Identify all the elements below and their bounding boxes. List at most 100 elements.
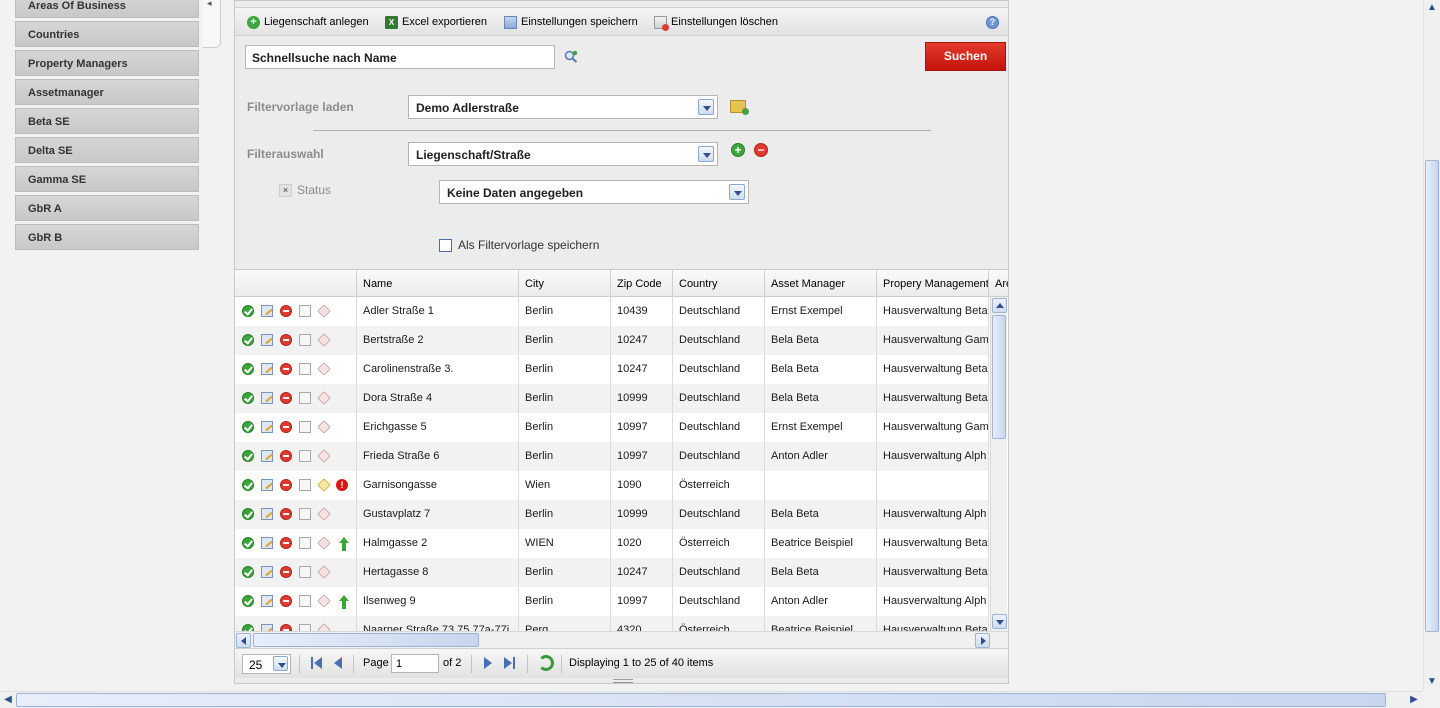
edit-icon[interactable] (261, 450, 273, 462)
edit-icon[interactable] (261, 624, 273, 631)
window-vertical-scrollbar[interactable]: ▲ ▼ (1423, 0, 1440, 690)
edit-icon[interactable] (261, 537, 273, 549)
activate-icon[interactable] (242, 537, 254, 549)
delete-icon[interactable] (280, 508, 292, 520)
copy-icon[interactable] (299, 566, 311, 578)
search-icon[interactable] (564, 50, 578, 63)
activate-icon[interactable] (242, 334, 254, 346)
activate-icon[interactable] (242, 305, 254, 317)
grid-horizontal-scrollbar[interactable] (235, 631, 1008, 648)
edit-icon[interactable] (261, 392, 273, 404)
activate-icon[interactable] (242, 421, 254, 433)
copy-icon[interactable] (299, 421, 311, 433)
excel-export-button[interactable]: X Excel exportieren (385, 14, 487, 30)
close-icon[interactable]: × (279, 184, 292, 197)
edit-icon[interactable] (261, 305, 273, 317)
page-size-select[interactable]: 25 (242, 654, 291, 674)
chevron-down-icon[interactable] (729, 184, 745, 200)
sidebar-item-countries[interactable]: Countries (15, 21, 199, 47)
delete-icon[interactable] (280, 305, 292, 317)
delete-settings-button[interactable]: Einstellungen löschen (654, 14, 778, 31)
table-row[interactable]: Ilsenweg 9 Berlin 10997 Deutschland Anton Ad… (235, 587, 989, 616)
edit-icon[interactable] (261, 363, 273, 375)
delete-icon[interactable] (280, 334, 292, 346)
window-scroll-down-icon[interactable]: ▼ (1426, 676, 1438, 688)
table-row[interactable]: Hertagasse 8 Berlin 10247 Deutschland Bela B… (235, 558, 989, 587)
activate-icon[interactable] (242, 479, 254, 491)
table-row[interactable]: Adler Straße 1 Berlin 10439 Deutschland Erns… (235, 297, 989, 326)
table-row[interactable]: Carolinenstraße 3. Berlin 10247 Deutschland… (235, 355, 989, 384)
chevron-down-icon[interactable] (698, 146, 714, 162)
delete-icon[interactable] (280, 595, 292, 607)
next-page-icon[interactable] (483, 657, 495, 669)
activate-icon[interactable] (242, 566, 254, 578)
add-filter-icon[interactable]: + (731, 143, 745, 157)
activate-icon[interactable] (242, 624, 254, 631)
table-row[interactable]: ! Garnisongasse Wien 1090 Österreich (235, 471, 989, 500)
tag-icon[interactable] (317, 478, 331, 492)
table-row[interactable]: Frieda Straße 6 Berlin 10997 Deutschland Ant… (235, 442, 989, 471)
copy-icon[interactable] (299, 508, 311, 520)
column-header-management[interactable]: Propery Management (877, 270, 989, 296)
column-header-zip[interactable]: Zip Code (611, 270, 673, 296)
table-row[interactable]: Dora Straße 4 Berlin 10999 Deutschland Bela … (235, 384, 989, 413)
copy-icon[interactable] (299, 392, 311, 404)
delete-icon[interactable] (280, 363, 292, 375)
first-page-icon[interactable] (311, 657, 323, 669)
scroll-right-icon[interactable] (975, 633, 990, 648)
page-number-input[interactable]: 1 (391, 654, 439, 673)
remove-filter-icon[interactable]: − (754, 143, 768, 157)
sidebar-item-property-managers[interactable]: Property Managers (15, 50, 199, 76)
sidebar-item-delta-se[interactable]: Delta SE (15, 137, 199, 163)
sidebar-item-gamma-se[interactable]: Gamma SE (15, 166, 199, 192)
activate-icon[interactable] (242, 450, 254, 462)
tag-icon[interactable] (317, 333, 331, 347)
grid-hscroll-thumb[interactable] (253, 633, 479, 647)
arrow-up-icon[interactable] (339, 595, 349, 609)
edit-icon[interactable] (261, 421, 273, 433)
filter-template-select[interactable]: Demo Adlerstraße (408, 95, 718, 119)
tag-icon[interactable] (317, 594, 331, 608)
delete-icon[interactable] (280, 537, 292, 549)
chevron-down-icon[interactable] (273, 656, 288, 671)
save-template-checkbox[interactable] (439, 239, 452, 252)
delete-icon[interactable] (280, 392, 292, 404)
window-scroll-up-icon[interactable]: ▲ (1426, 2, 1438, 14)
copy-icon[interactable] (299, 450, 311, 462)
delete-icon[interactable] (280, 624, 292, 631)
sidebar-item-gbr-a[interactable]: GbR A (15, 195, 199, 221)
sidebar-item-assetmanager[interactable]: Assetmanager (15, 79, 199, 105)
copy-icon[interactable] (299, 624, 311, 631)
refresh-icon[interactable] (538, 655, 554, 671)
sidebar-collapse-button[interactable]: ◂ (203, 0, 221, 48)
search-button[interactable]: Suchen (925, 42, 1006, 71)
table-row[interactable]: Naarner Straße 73,75,77a-77i Perg 4320 Öste… (235, 616, 989, 631)
column-header-country[interactable]: Country (673, 270, 765, 296)
edit-icon[interactable] (261, 479, 273, 491)
help-icon[interactable]: ? (986, 16, 999, 29)
copy-icon[interactable] (299, 363, 311, 375)
tag-icon[interactable] (317, 449, 331, 463)
edit-icon[interactable] (261, 595, 273, 607)
window-scroll-right-icon[interactable]: ▶ (1408, 694, 1420, 706)
activate-icon[interactable] (242, 595, 254, 607)
table-row[interactable]: Gustavplatz 7 Berlin 10999 Deutschland Bela … (235, 500, 989, 529)
tag-icon[interactable] (317, 304, 331, 318)
edit-icon[interactable] (261, 566, 273, 578)
table-row[interactable]: Bertstraße 2 Berlin 10247 Deutschland Bela B… (235, 326, 989, 355)
scroll-up-icon[interactable] (992, 298, 1007, 313)
delete-icon[interactable] (280, 421, 292, 433)
tag-icon[interactable] (317, 623, 331, 631)
chevron-down-icon[interactable] (698, 99, 714, 115)
edit-icon[interactable] (261, 334, 273, 346)
copy-icon[interactable] (299, 305, 311, 317)
save-settings-button[interactable]: Einstellungen speichern (504, 14, 638, 30)
column-header-name[interactable]: Name (357, 270, 519, 296)
panel-resize-handle[interactable] (613, 679, 633, 683)
tag-icon[interactable] (317, 391, 331, 405)
column-header-area[interactable]: Are (989, 270, 1008, 296)
previous-page-icon[interactable] (331, 657, 343, 669)
table-row[interactable]: Erichgasse 5 Berlin 10997 Deutschland Ernst … (235, 413, 989, 442)
scroll-down-icon[interactable] (992, 614, 1007, 629)
column-header-city[interactable]: City (519, 270, 611, 296)
